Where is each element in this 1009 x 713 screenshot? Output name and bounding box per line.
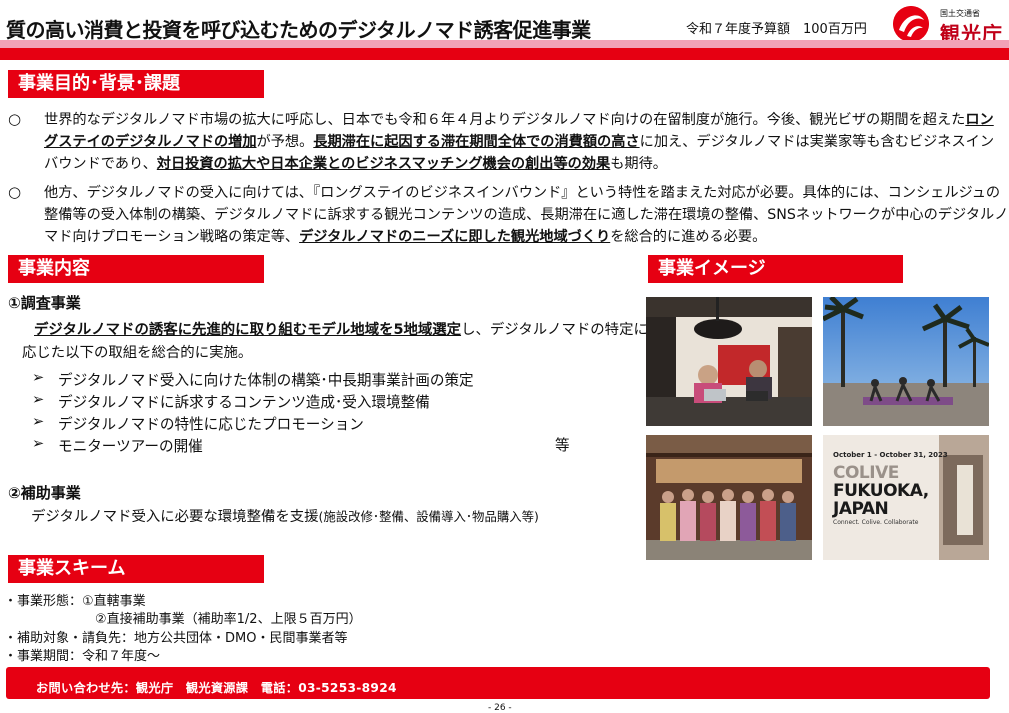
bullet-circle: ○ <box>8 110 22 128</box>
list-item-text: デジタルノマドに訴求するコンテンツ造成･受入環境整備 <box>58 394 430 411</box>
budget-label: 令和７年度予算額 100百万円 <box>686 22 867 37</box>
contact-text: お問い合わせ先：観光庁 観光資源課 電話：03-5253-8924 <box>36 681 397 695</box>
list-item-text: デジタルノマドの特性に応じたプロモーション <box>58 416 364 433</box>
emphasis-text: 長期滞在に起因する滞在期間全体での消費額の高さ <box>313 134 640 150</box>
photo-beach-yoga <box>823 297 989 426</box>
header-band-pink <box>0 40 1009 48</box>
colive-tagline: Connect. Colive. Collaborate <box>833 519 919 526</box>
survey-description: デジタルノマドの誘客に先進的に取り組むモデル地域を5地域選定し、デジタルノマドの… <box>22 319 652 365</box>
section-scheme-heading: 事業スキーム <box>8 555 264 583</box>
list-item-text: モニターツアーの開催 <box>58 438 203 455</box>
section-content-heading: 事業内容 <box>8 255 264 283</box>
survey-heading: ①調査事業 <box>8 294 81 312</box>
etc-label: 等 <box>555 437 570 454</box>
purpose-paragraph-2: 他方、デジタルノマドの受入に向けては、『ロングステイのビジネスインバウンド』とい… <box>44 182 1009 248</box>
colive-city: FUKUOKA, <box>833 481 929 501</box>
photo-cafe-workers <box>646 297 812 426</box>
section-purpose-heading: 事業目的･背景･課題 <box>8 70 264 98</box>
subsidy-description: デジタルノマド受入に必要な環境整備を支援(施設改修･整備、設備導入･物品購入等) <box>31 505 539 526</box>
agency-logo-icon <box>893 6 929 42</box>
emphasis-text: 対日投資の拡大や日本企業とのビジネスマッチング機会の創出等の効果 <box>156 156 611 172</box>
text-span: デジタルノマド受入に必要な環境整備を支援 <box>31 509 319 525</box>
section-image-heading: 事業イメージ <box>648 255 903 283</box>
text-span: を総合的に進める必要。 <box>610 229 767 245</box>
colive-word: COLIVE <box>833 463 899 483</box>
text-span: も期待。 <box>610 156 667 172</box>
purpose-paragraph-1: 世界的なデジタルノマド市場の拡大に呼応し、日本でも令和６年４月よりデジタルノマド… <box>44 109 1007 175</box>
page-number: - 26 - <box>488 703 512 713</box>
list-item-text: デジタルノマド受入に向けた体制の構築･中長期事業計画の策定 <box>58 372 474 389</box>
header-band-red <box>0 48 1009 60</box>
arrow-bullet-icon: ➢ <box>32 413 45 430</box>
text-span: が予想。 <box>256 134 314 150</box>
arrow-bullet-icon: ➢ <box>32 435 45 452</box>
subsidy-note: (施設改修･整備、設備導入･物品購入等) <box>318 509 539 524</box>
emphasis-text: デジタルノマドの誘客に先進的に取り組むモデル地域を5地域選定 <box>34 322 462 338</box>
scheme-line-target: ・補助対象・請負先：地方公共団体・DMO・民間事業者等 <box>4 631 348 646</box>
photo-kimono-group <box>646 435 812 560</box>
subsidy-heading: ②補助事業 <box>8 484 81 502</box>
scheme-line-subsidy: ②直接補助事業（補助率1/2、上限５百万円） <box>95 612 362 627</box>
emphasis-text: デジタルノマドのニーズに即した観光地域づくり <box>299 229 611 245</box>
scheme-line-type: ・事業形態：①直轄事業 <box>4 594 146 609</box>
arrow-bullet-icon: ➢ <box>32 391 45 408</box>
scheme-line-period: ・事業期間：令和７年度～ <box>4 649 161 664</box>
colive-country: JAPAN <box>833 499 889 519</box>
bullet-circle: ○ <box>8 183 22 201</box>
text-span: 世界的なデジタルノマド市場の拡大に呼応し、日本でも令和６年４月よりデジタルノマド… <box>44 112 966 128</box>
arrow-bullet-icon: ➢ <box>32 369 45 386</box>
page-title: 質の高い消費と投資を呼び込むためのデジタルノマド誘客促進事業 <box>6 18 591 42</box>
photo-colive-fukuoka: October 1 - October 31, 2023 COLIVE FUKU… <box>823 435 989 560</box>
colive-date: October 1 - October 31, 2023 <box>833 451 948 459</box>
